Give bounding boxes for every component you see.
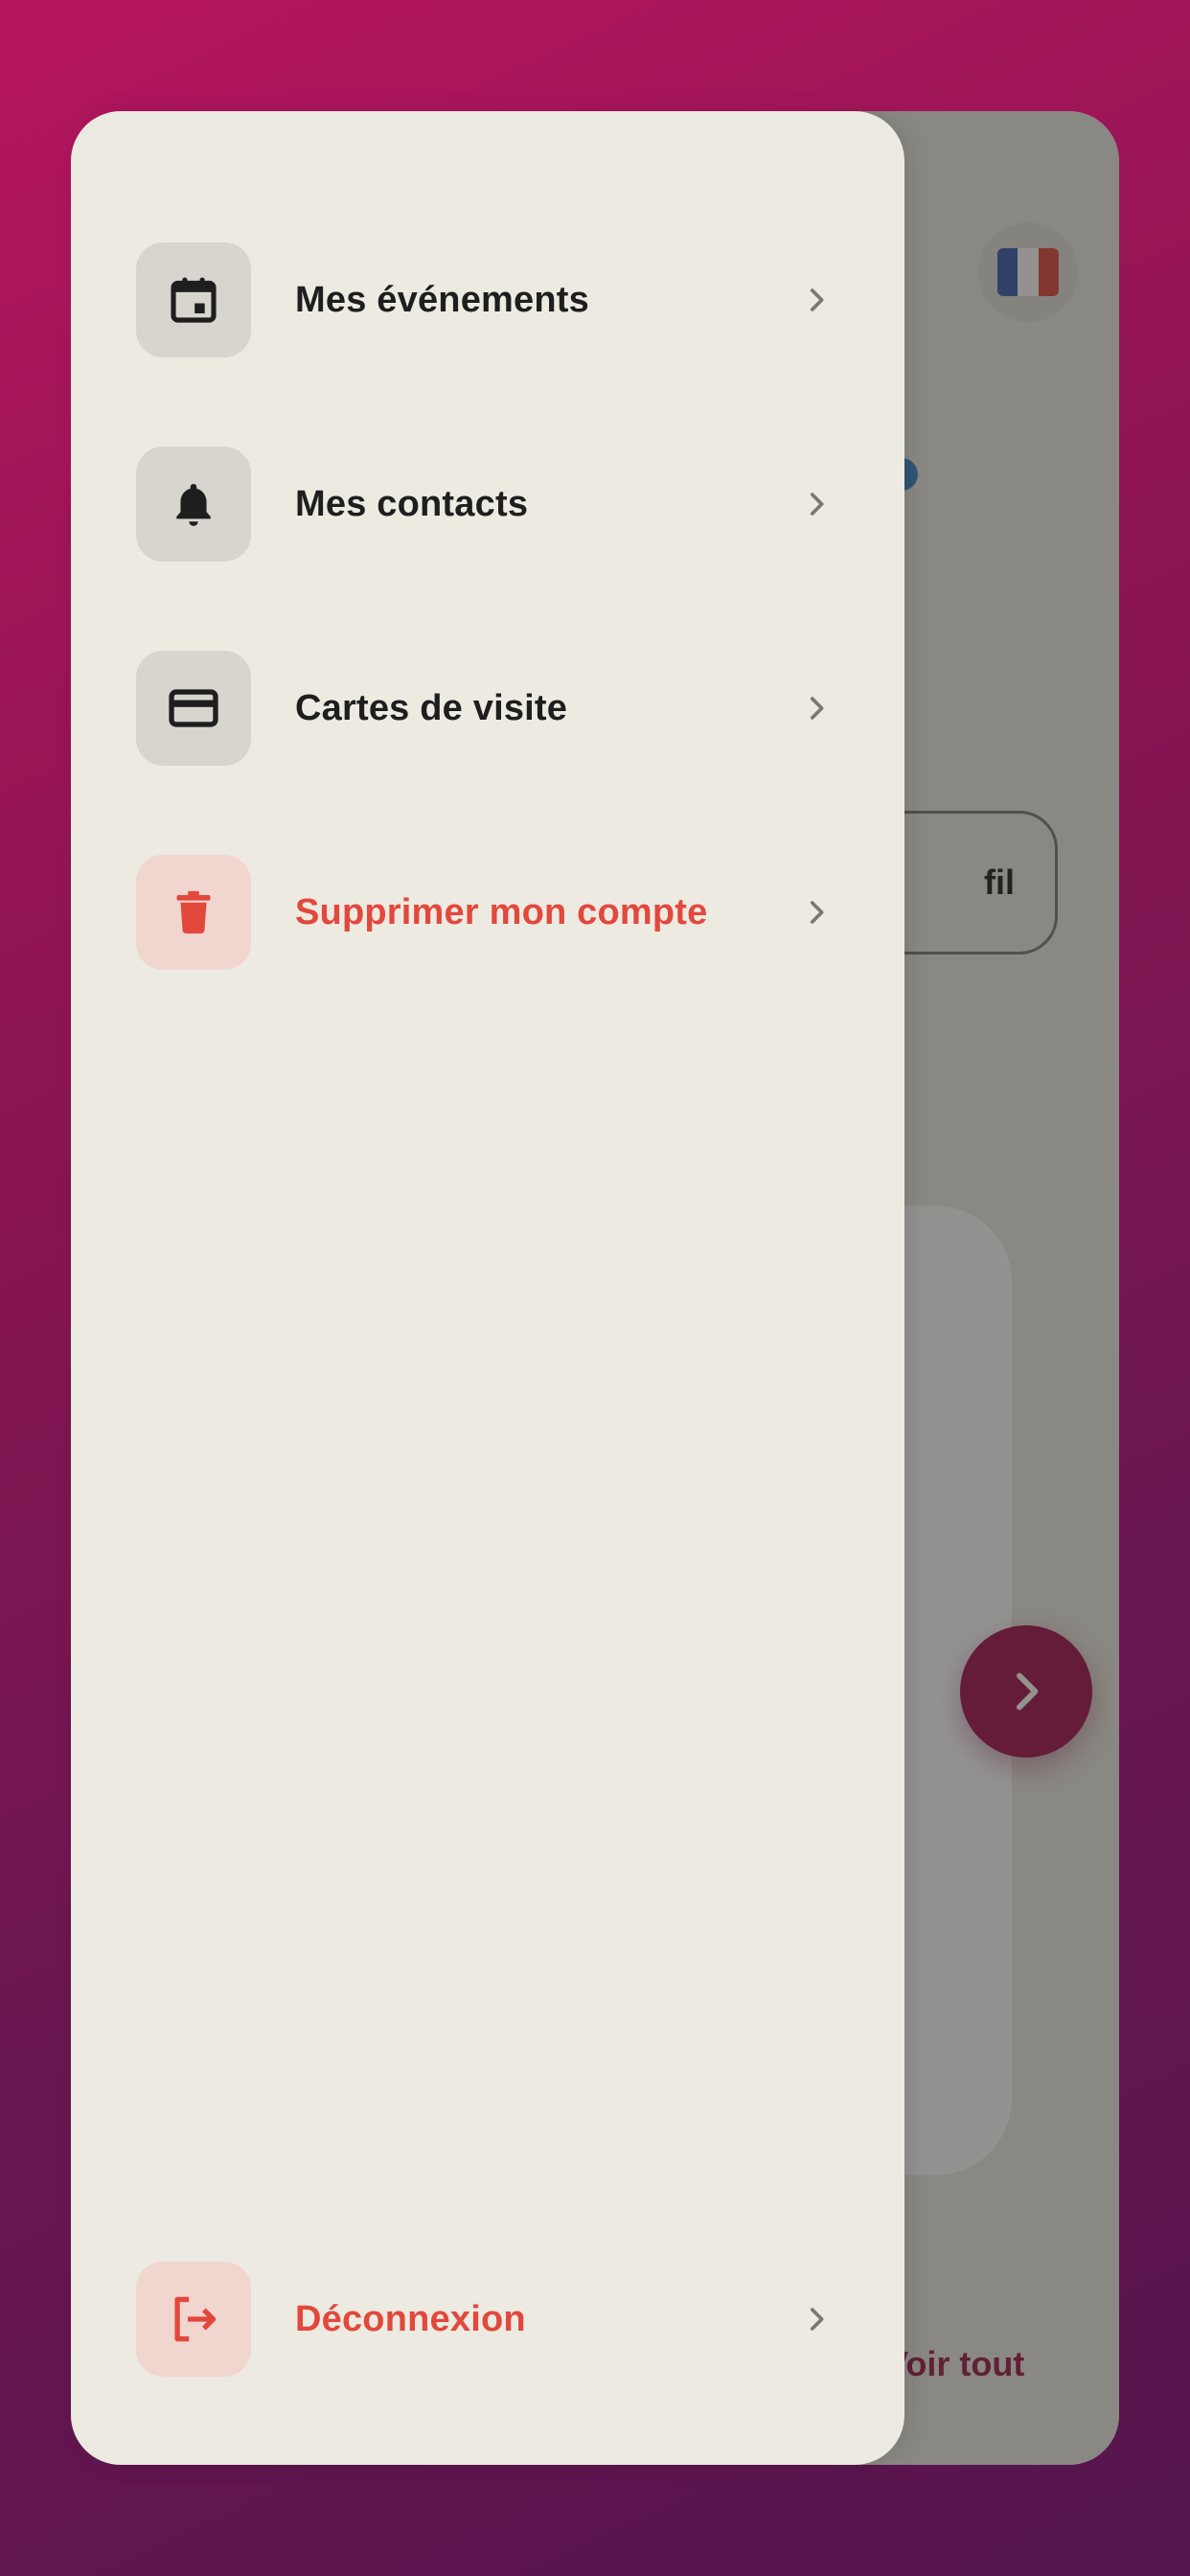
- menu-item-label: Cartes de visite: [295, 687, 568, 728]
- navigation-drawer: Mes événements Mes contacts Cartes de vi…: [71, 111, 904, 2465]
- logout-icon-box: [136, 2262, 251, 2377]
- menu-item-business-cards[interactable]: Cartes de visite: [136, 651, 835, 766]
- chevron-right-icon: [797, 485, 835, 523]
- menu-item-delete-account[interactable]: Supprimer mon compte: [136, 855, 835, 970]
- calendar-icon: [171, 277, 217, 323]
- menu-item-logout[interactable]: Déconnexion: [136, 2262, 835, 2377]
- chevron-right-icon: [797, 689, 835, 727]
- menu-item-label: Mes contacts: [295, 483, 529, 524]
- events-icon-box: [136, 242, 251, 357]
- business-cards-icon-box: [136, 651, 251, 766]
- delete-account-icon-box: [136, 855, 251, 970]
- menu-item-label: Mes événements: [295, 279, 589, 320]
- trash-icon: [176, 890, 211, 934]
- menu-item-label: Supprimer mon compte: [295, 891, 708, 932]
- chevron-right-icon: [797, 2300, 835, 2338]
- chevron-right-icon: [797, 893, 835, 932]
- chevron-right-icon: [797, 281, 835, 319]
- credit-card-icon: [169, 689, 218, 727]
- menu-item-label: Déconnexion: [295, 2298, 526, 2339]
- bell-icon: [176, 484, 211, 526]
- contacts-icon-box: [136, 447, 251, 562]
- menu-item-contacts[interactable]: Mes contacts: [136, 447, 835, 562]
- logout-icon: [174, 2296, 217, 2342]
- menu-item-events[interactable]: Mes événements: [136, 242, 835, 357]
